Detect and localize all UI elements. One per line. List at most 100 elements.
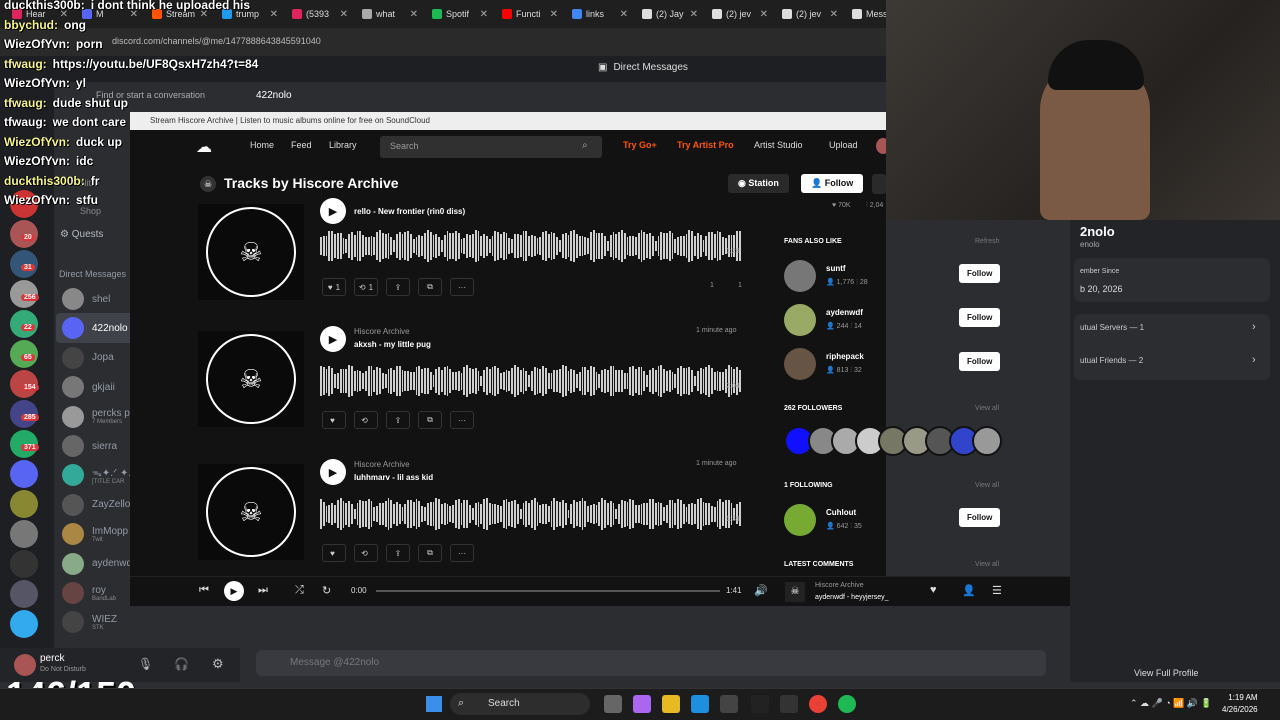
avatar[interactable] [62, 464, 84, 487]
share-button[interactable]: ⇪ [386, 411, 410, 429]
station-button[interactable]: ◉ Station [728, 174, 789, 193]
taskbar-search[interactable]: Search [450, 693, 590, 715]
close-icon[interactable]: ✕ [620, 9, 628, 20]
avatar[interactable] [62, 376, 84, 399]
heart-button[interactable]: ♥ [322, 411, 346, 429]
avatar[interactable] [14, 654, 36, 676]
mutual-friends[interactable]: utual Friends — 2 [1080, 356, 1143, 365]
follow-button[interactable]: Follow [959, 308, 1001, 327]
store-icon[interactable] [720, 695, 738, 713]
follow-button[interactable]: Follow [959, 508, 1001, 527]
try-go-link[interactable]: Try Go+ [623, 140, 657, 150]
obs-icon[interactable] [751, 695, 769, 713]
now-playing-title[interactable]: aydenwdf - heyyjersey_ [815, 594, 889, 601]
follow-button[interactable]: Follow [959, 264, 1001, 283]
view-all-comments[interactable]: View all [975, 561, 999, 568]
system-tray-icons[interactable]: ⌃ ☁ 🎤 ◔ 📶 🔊 🔋 [1130, 698, 1212, 709]
copilot-icon[interactable] [633, 695, 651, 713]
soundcloud-search-input[interactable]: Search [380, 136, 602, 158]
server-icon[interactable] [10, 550, 38, 578]
chrome-icon[interactable] [809, 695, 827, 713]
follow-button[interactable]: Follow [959, 352, 1001, 371]
repost-button[interactable]: ⟲ 1 [354, 278, 378, 296]
close-icon[interactable]: ✕ [550, 9, 558, 20]
queue-icon[interactable]: ☰ [992, 584, 1002, 597]
copy-link-button[interactable]: ⧉ [418, 411, 442, 429]
heart-button[interactable]: ♥ 1 [322, 278, 346, 296]
play-button[interactable]: ▶ [320, 459, 346, 485]
message-input[interactable]: Message @422nolo [256, 650, 1046, 676]
avatar[interactable] [784, 260, 816, 292]
close-icon[interactable]: ✕ [270, 9, 278, 20]
track-artwork[interactable]: ☠ [198, 331, 304, 427]
suggested-artist[interactable]: aydenwdf 👤 244 ⫶ 14 Follow [784, 302, 1004, 338]
capcut-icon[interactable] [780, 695, 798, 713]
follower-avatar[interactable] [972, 426, 1002, 456]
server-icon[interactable] [10, 580, 38, 608]
following-name[interactable]: Cuhlout [826, 508, 856, 517]
share-button[interactable]: ⇪ [386, 544, 410, 562]
close-icon[interactable]: ✕ [480, 9, 488, 20]
play-button[interactable]: ▶ [320, 326, 346, 352]
follow-user-icon[interactable]: 👤 [962, 584, 976, 597]
edge-icon[interactable] [691, 695, 709, 713]
browser-tab[interactable]: (5393 ✕ [286, 3, 354, 25]
headphones-icon[interactable]: 🎧 [174, 657, 189, 671]
track-title[interactable]: akxsh - my little pug [354, 340, 431, 349]
view-full-profile[interactable]: View Full Profile [1134, 668, 1198, 678]
track-artist[interactable]: Hiscore Archive [354, 460, 410, 469]
waveform[interactable] [320, 361, 742, 401]
track-artist[interactable]: Hiscore Archive [354, 327, 410, 336]
avatar[interactable] [62, 317, 84, 340]
close-icon[interactable]: ✕ [830, 9, 838, 20]
more-button[interactable]: ··· [450, 544, 474, 562]
refresh-link[interactable]: Refresh [975, 238, 1000, 245]
artist-name[interactable]: aydenwdf [826, 308, 863, 317]
avatar[interactable] [784, 304, 816, 336]
avatar[interactable] [62, 523, 84, 546]
repeat-icon[interactable]: ↻ [322, 584, 331, 597]
browser-tab[interactable]: what ✕ [356, 3, 424, 25]
suggested-artist[interactable]: riphepack 👤 813 ⫶ 32 Follow [784, 346, 1004, 382]
close-icon[interactable]: ✕ [760, 9, 768, 20]
play-button[interactable]: ▶ [320, 198, 346, 224]
now-playing-artist[interactable]: Hiscore Archive [815, 582, 864, 589]
gear-icon[interactable]: ⚙ [212, 656, 224, 672]
clock[interactable]: 1:19 AM 4/26/2026 [1222, 692, 1258, 716]
artist-studio-link[interactable]: Artist Studio [754, 140, 803, 150]
view-all-following[interactable]: View all [975, 482, 999, 489]
following-item[interactable]: Cuhlout 👤 642 ⫶ 35 Follow [784, 502, 1004, 538]
mic-icon[interactable]: 🎙 [138, 657, 153, 671]
view-all-followers[interactable]: View all [975, 405, 999, 412]
nav-feed[interactable]: Feed [291, 140, 312, 150]
copy-link-button[interactable]: ⧉ [418, 278, 442, 296]
avatar[interactable] [62, 288, 84, 310]
avatar[interactable] [62, 493, 84, 516]
avatar[interactable] [784, 348, 816, 380]
mutual-servers[interactable]: utual Servers — 1 [1080, 323, 1144, 332]
quests-link[interactable]: ⚙ Quests [60, 229, 103, 240]
shuffle-icon[interactable]: ⤮ [295, 584, 304, 597]
nav-library[interactable]: Library [329, 140, 357, 150]
waveform[interactable] [320, 494, 742, 534]
heart-button[interactable]: ♥ [322, 544, 346, 562]
avatar[interactable] [784, 504, 816, 536]
volume-icon[interactable]: 🔊 [754, 584, 768, 597]
nav-home[interactable]: Home [250, 140, 274, 150]
previous-icon[interactable]: ⏮ [199, 584, 209, 597]
soundcloud-logo-icon[interactable]: ☁ [196, 137, 230, 156]
chevron-right-icon[interactable]: › [1252, 354, 1256, 366]
repost-button[interactable]: ⟲ [354, 411, 378, 429]
track-title[interactable]: rello - New frontier (rin0 diss) [354, 207, 465, 216]
server-icon[interactable] [10, 490, 38, 518]
artist-name[interactable]: suntf [826, 264, 846, 273]
browser-tab[interactable]: Functi ✕ [496, 3, 564, 25]
artist-name[interactable]: riphepack [826, 352, 864, 361]
server-icon[interactable] [10, 610, 38, 638]
avatar[interactable] [62, 582, 84, 604]
close-icon[interactable]: ✕ [690, 9, 698, 20]
next-icon[interactable]: ⏭ [258, 584, 268, 597]
avatar[interactable] [62, 405, 84, 428]
more-button[interactable]: ··· [450, 278, 474, 296]
close-icon[interactable]: ✕ [410, 9, 418, 20]
